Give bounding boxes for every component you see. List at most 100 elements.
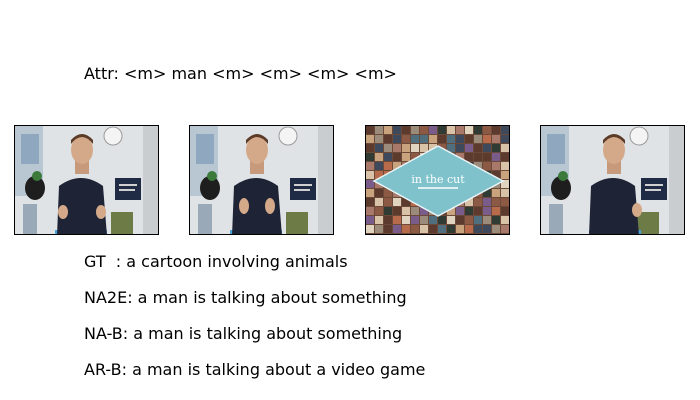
collage-tile (384, 135, 392, 143)
collage-tile (384, 207, 392, 215)
collage-tile (438, 135, 446, 143)
collage-tile (492, 189, 500, 197)
figure: Attr: <m> man <m> <m> <m> <m> in the cut… (0, 0, 700, 400)
attr-caption: Attr: <m> man <m> <m> <m> <m> (84, 64, 397, 83)
collage-tile (447, 234, 455, 235)
collage-tile (501, 144, 509, 152)
collage-title-image: in the cut (366, 126, 509, 235)
collage-tile (456, 225, 464, 233)
collage-tile (420, 135, 428, 143)
collage-tile (483, 198, 491, 206)
collage-tile (501, 216, 509, 224)
collage-tile (501, 135, 509, 143)
video-frame-1 (14, 125, 159, 235)
collage-tile (474, 225, 482, 233)
collage-tile (456, 144, 464, 152)
collage-tile (465, 153, 473, 161)
collage-tile (366, 225, 374, 233)
collage-tile (438, 126, 446, 134)
collage-tile (366, 144, 374, 152)
collage-tile (492, 144, 500, 152)
collage-tile (483, 126, 491, 134)
collage-title-text: in the cut (411, 173, 465, 186)
collage-tile (474, 153, 482, 161)
collage-tile (483, 162, 491, 170)
collage-tile (483, 144, 491, 152)
collage-tile (429, 126, 437, 134)
collage-tile (447, 216, 455, 224)
collage-tile (465, 126, 473, 134)
collage-tile (384, 225, 392, 233)
collage-tile (411, 135, 419, 143)
collage-tile (456, 126, 464, 134)
collage-tile (393, 126, 401, 134)
man-talking-image (541, 126, 684, 234)
collage-tile (375, 135, 383, 143)
collage-tile (465, 135, 473, 143)
video-frame-3: in the cut (365, 125, 510, 235)
collage-tile (384, 153, 392, 161)
collage-tile (366, 207, 374, 215)
collage-tile (393, 135, 401, 143)
collage-tile (438, 225, 446, 233)
collage-tile (492, 216, 500, 224)
collage-tile (492, 153, 500, 161)
gt-caption: GT : a cartoon involving animals (84, 252, 348, 271)
collage-tile (411, 144, 419, 152)
collage-tile (474, 207, 482, 215)
collage-tile (474, 216, 482, 224)
collage-tile (384, 162, 392, 170)
collage-tile (501, 198, 509, 206)
collage-tile (429, 225, 437, 233)
na2e-caption: NA2E: a man is talking about something (84, 288, 407, 307)
collage-tile (474, 135, 482, 143)
collage-tile (393, 207, 401, 215)
man-talking-image (15, 126, 158, 234)
collage-tile (447, 225, 455, 233)
collage-tile (483, 216, 491, 224)
collage-tile (420, 126, 428, 134)
collage-tile (366, 198, 374, 206)
collage-tile (492, 126, 500, 134)
collage-tile (402, 234, 410, 235)
collage-tile (393, 225, 401, 233)
collage-tile (366, 189, 374, 197)
collage-tile (492, 234, 500, 235)
collage-tile (411, 126, 419, 134)
collage-tile (465, 216, 473, 224)
collage-tile (438, 216, 446, 224)
collage-tile (501, 162, 509, 170)
collage-tile (429, 216, 437, 224)
collage-tile (492, 225, 500, 233)
collage-tile (375, 216, 383, 224)
collage-tile (375, 126, 383, 134)
collage-tile (393, 198, 401, 206)
collage-tile (465, 234, 473, 235)
collage-tile (420, 234, 428, 235)
collage-tile (420, 144, 428, 152)
collage-tile (375, 144, 383, 152)
collage-tile (465, 144, 473, 152)
collage-tile (375, 207, 383, 215)
collage-tile (492, 135, 500, 143)
collage-tile (474, 234, 482, 235)
collage-tile (366, 153, 374, 161)
collage-tile (465, 225, 473, 233)
collage-tile (501, 153, 509, 161)
collage-tile (474, 144, 482, 152)
nab-caption: NA-B: a man is talking about something (84, 324, 403, 343)
collage-tile (393, 153, 401, 161)
collage-tile (456, 216, 464, 224)
collage-tile (429, 234, 437, 235)
collage-tile (402, 225, 410, 233)
collage-tile (474, 126, 482, 134)
collage-tile (411, 216, 419, 224)
collage-tile (366, 216, 374, 224)
collage-tile (456, 135, 464, 143)
collage-tile (465, 207, 473, 215)
collage-tile (366, 135, 374, 143)
collage-tile (402, 207, 410, 215)
collage-tile (384, 126, 392, 134)
collage-tile (492, 207, 500, 215)
collage-tile (384, 198, 392, 206)
